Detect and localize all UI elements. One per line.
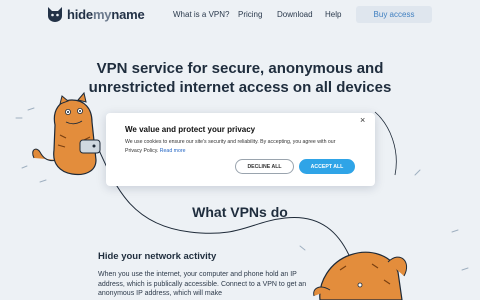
cat-face-icon	[48, 7, 62, 22]
cookie-dialog-message: We use cookies to ensure our site's secu…	[125, 139, 336, 154]
cookie-consent-dialog: × We value and protect your privacy We u…	[106, 113, 375, 186]
section-title: What VPNs do	[192, 204, 288, 220]
buy-access-button[interactable]: Buy access	[356, 6, 432, 23]
nav-item-help[interactable]: Help	[325, 10, 341, 19]
decline-all-button[interactable]: DECLINE ALL	[235, 159, 294, 174]
brand-logo[interactable]: hidemyname	[46, 5, 145, 23]
cookie-dialog-title: We value and protect your privacy	[125, 125, 256, 134]
top-navigation: hidemyname What is a VPN? Pricing Downlo…	[0, 0, 480, 30]
nav-item-pricing[interactable]: Pricing	[238, 10, 262, 19]
hero-headline: VPN service for secure, anonymous and un…	[0, 59, 480, 97]
nav-item-what-is-vpn[interactable]: What is a VPN?	[173, 10, 229, 19]
feature-description: When you use the internet, your computer…	[98, 271, 307, 297]
right-cat-illustration	[313, 251, 408, 300]
read-more-link[interactable]: Read more	[160, 148, 186, 154]
hero-line-1: VPN service for secure, anonymous and	[96, 60, 384, 77]
left-cat-illustration	[32, 91, 101, 176]
close-icon[interactable]: ×	[360, 116, 365, 125]
nav-item-download[interactable]: Download	[277, 10, 313, 19]
accept-all-button[interactable]: ACCEPT ALL	[299, 159, 355, 174]
feature-heading: Hide your network activity	[98, 251, 217, 262]
brand-name: hidemyname	[67, 6, 145, 22]
cookie-dialog-text: We use cookies to ensure our site's secu…	[125, 138, 345, 155]
hero-line-2: unrestricted internet access on all devi…	[88, 79, 392, 96]
